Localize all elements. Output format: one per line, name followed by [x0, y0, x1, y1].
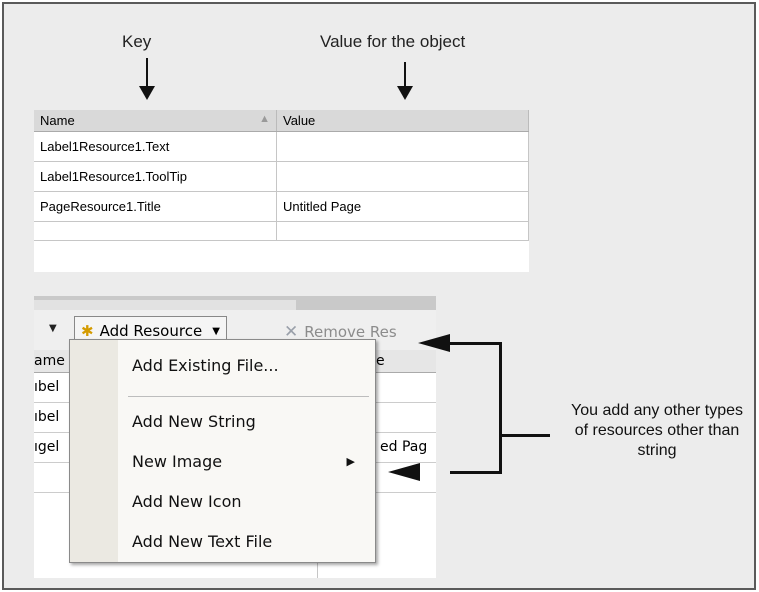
chevron-down-icon[interactable]: ▼ — [49, 323, 57, 334]
add-resource-label: Add Resource — [99, 322, 203, 340]
chevron-down-icon: ▼ — [212, 325, 220, 337]
cell-value[interactable]: ed Pag — [380, 439, 427, 455]
menu-item-add-existing-file[interactable]: Add Existing File... — [132, 356, 279, 375]
cell-name[interactable]: ıbel — [34, 379, 59, 395]
value-arrow — [397, 62, 413, 100]
connector-line — [499, 342, 502, 474]
column-header-value[interactable]: Value — [276, 110, 529, 132]
table-row[interactable]: PageResource1.Title Untitled Page — [34, 191, 529, 222]
menu-separator — [128, 396, 369, 397]
new-resource-icon: ✱ — [81, 322, 94, 340]
cell-name[interactable]: ıgel — [34, 439, 59, 455]
cell-value[interactable] — [276, 221, 529, 241]
add-resource-menu: Add Existing File... Add New String New … — [69, 339, 376, 563]
figure-frame: Key Value for the object Name ▲ Value Lab… — [2, 2, 756, 590]
column-header-value[interactable]: e — [376, 353, 385, 369]
connector-line — [450, 471, 502, 474]
sort-ascending-icon: ▲ — [259, 113, 270, 125]
menu-icon-gutter — [70, 340, 118, 562]
key-arrow — [139, 58, 155, 100]
menu-item-label: New Image — [132, 452, 223, 471]
table-row[interactable]: Label1Resource1.ToolTip — [34, 161, 529, 192]
connector-line — [450, 342, 502, 345]
cell-name[interactable]: Label1Resource1.Text — [34, 131, 277, 162]
column-header-name[interactable]: ame — [34, 353, 65, 369]
value-annotation: Value for the object — [320, 32, 466, 51]
column-header-name[interactable]: Name ▲ — [34, 110, 277, 132]
cell-name[interactable]: ıbel — [34, 409, 59, 425]
table-row[interactable] — [34, 221, 529, 241]
menu-item-add-new-icon[interactable]: Add New Icon — [132, 492, 242, 511]
table-row[interactable]: Label1Resource1.Text — [34, 131, 529, 162]
tab-strip — [34, 296, 436, 310]
menu-item-new-image[interactable]: New Image ▶ — [132, 452, 375, 471]
resource-grid-top: Name ▲ Value Label1Resource1.Text Label1R… — [34, 110, 529, 272]
menu-item-add-new-string[interactable]: Add New String — [132, 412, 256, 431]
connector-line — [502, 434, 550, 437]
cell-value[interactable]: Untitled Page — [276, 191, 529, 222]
grid-header: Name ▲ Value — [34, 110, 529, 132]
cell-value[interactable] — [276, 161, 529, 192]
menu-item-add-new-text-file[interactable]: Add New Text File — [132, 532, 272, 551]
cell-name[interactable] — [34, 221, 277, 241]
tab-active[interactable] — [34, 300, 296, 310]
arrowhead-left — [418, 334, 450, 352]
submenu-arrow-icon: ▶ — [346, 455, 355, 468]
cell-name[interactable]: Label1Resource1.ToolTip — [34, 161, 277, 192]
cell-value[interactable] — [276, 131, 529, 162]
cell-name[interactable]: PageResource1.Title — [34, 191, 277, 222]
key-annotation: Key — [122, 32, 152, 51]
arrowhead-left — [388, 463, 420, 481]
callout-text: You add any other types of resources oth… — [571, 402, 743, 459]
